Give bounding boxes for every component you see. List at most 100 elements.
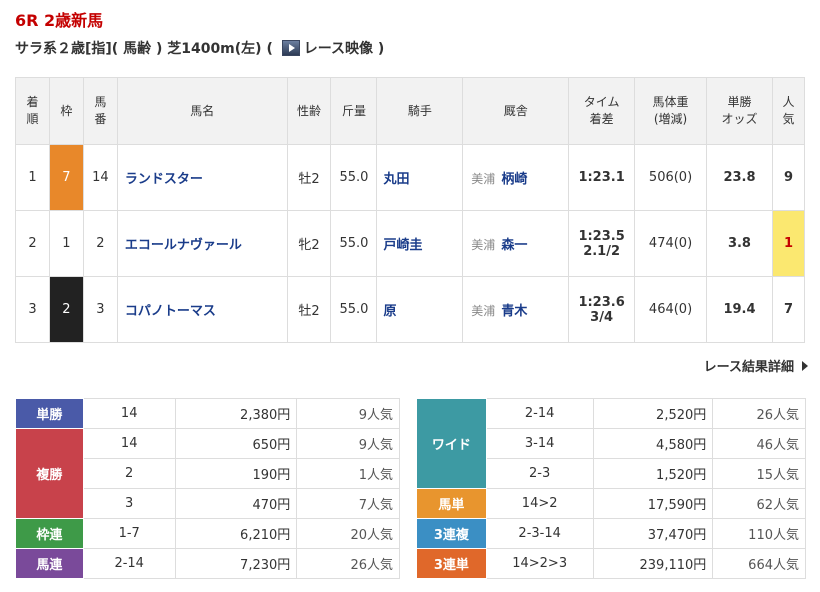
payout-combo: 2-14 [82,548,176,579]
weight-cell: 55.0 [330,144,378,211]
odds-cell: 23.8 [706,144,773,211]
payout-amount: 37,470円 [592,518,714,549]
header-umaban[interactable]: 馬番 [82,77,118,145]
horse-name-link[interactable]: エコールナヴァール [116,210,288,277]
payout-amount: 2,380円 [174,398,298,429]
sanrentan-label: 3連単 [416,548,487,579]
race-conditions-close: ) [377,41,385,57]
time-cell: 1:23.5 2.1/2 [568,210,636,277]
trainer-region: 美浦 [471,304,496,318]
header-time[interactable]: タイム 着差 [568,77,636,145]
weight-cell: 55.0 [330,276,378,343]
payout-popularity: 26人気 [296,548,400,579]
rank-cell: 1 [15,144,50,211]
jockey-link[interactable]: 原 [376,276,464,343]
fukusho-label: 複勝 [15,428,84,519]
race-conditions: サラ系２歳[指]( 馬齢 ) 芝1400m(左) ( レース映像 ) [15,38,384,58]
payout-popularity: 20人気 [296,518,400,549]
sanrenpuku-label: 3連複 [416,518,487,549]
jockey-link[interactable]: 戸崎圭 [376,210,464,277]
payout-popularity: 46人気 [712,428,806,459]
payout-combo: 3 [82,488,176,519]
time-cell: 1:23.6 3/4 [568,276,636,343]
payout-popularity: 9人気 [296,398,400,429]
umaban-cell: 14 [82,144,118,211]
chevron-right-icon [802,361,808,371]
popularity-cell: 9 [771,144,806,211]
header-rank[interactable]: 着順 [15,77,50,145]
header-waku[interactable]: 枠 [48,77,84,145]
payout-combo: 1-7 [82,518,176,549]
payout-amount: 239,110円 [592,548,714,579]
umatan-label: 馬単 [416,488,487,519]
payout-amount: 470円 [174,488,298,519]
payout-popularity: 9人気 [296,428,400,459]
trainer-region: 美浦 [471,172,496,186]
payout-row-sanrentan: 3連単 14>2>3 239,110円 664人気 [416,548,806,579]
trainer-link[interactable]: 森一 [501,238,527,253]
sexage-cell: 牡2 [286,144,332,211]
odds-cell: 19.4 [706,276,773,343]
result-header-row: 着順 枠 馬番 馬名 性齢 斤量 騎手 厩舎 タイム 着差 馬体重 (増減) 単勝オ… [15,77,806,145]
rank-cell: 3 [15,276,50,343]
race-result-table: 着順 枠 馬番 馬名 性齢 斤量 騎手 厩舎 タイム 着差 馬体重 (増減) 単勝オ… [15,77,806,343]
payout-popularity: 15人気 [712,458,806,489]
payout-table-right: ワイド 2-14 2,520円 26人気 3-14 4,580円 46人気 2-… [416,398,806,579]
race-title: 6R 2歳新馬 [15,11,104,30]
waku-cell: 7 [48,144,84,211]
payout-combo: 3-14 [485,428,594,459]
body-weight-cell: 474(0) [634,210,708,277]
jockey-link[interactable]: 丸田 [376,144,464,211]
payout-combo: 2-3 [485,458,594,489]
header-body[interactable]: 馬体重 (増減) [634,77,708,145]
header-horse[interactable]: 馬名 [116,77,288,145]
umaren-label: 馬連 [15,548,84,579]
race-detail-link[interactable]: レース結果詳細 [704,356,808,375]
umaban-cell: 2 [82,210,118,277]
rank-cell: 2 [15,210,50,277]
table-row: 3 2 3 コパノトーマス 牡2 55.0 原 美浦 青木 1:23.6 3/4 4… [15,276,806,343]
payout-combo: 2 [82,458,176,489]
header-pop[interactable]: 人気 [771,77,806,145]
time-cell: 1:23.1 [568,144,636,211]
trainer-cell: 美浦 青木 [462,276,570,343]
payout-amount: 650円 [174,428,298,459]
horse-name-link[interactable]: コパノトーマス [116,276,288,343]
body-weight-cell: 464(0) [634,276,708,343]
header-sexage[interactable]: 性齢 [286,77,332,145]
weight-cell: 55.0 [330,210,378,277]
header-trainer[interactable]: 厩舎 [462,77,570,145]
trainer-link[interactable]: 青木 [501,304,527,319]
wide-label: ワイド [416,398,487,489]
odds-cell: 3.8 [706,210,773,277]
body-weight-cell: 506(0) [634,144,708,211]
header-jockey[interactable]: 騎手 [376,77,464,145]
payout-combo: 14 [82,428,176,459]
payout-amount: 4,580円 [592,428,714,459]
payout-popularity: 62人気 [712,488,806,519]
payout-row-sanrenpuku: 3連複 2-3-14 37,470円 110人気 [416,518,806,549]
trainer-cell: 美浦 森一 [462,210,570,277]
trainer-link[interactable]: 柄崎 [501,172,527,187]
horse-name-link[interactable]: ランドスター [116,144,288,211]
payout-popularity: 26人気 [712,398,806,429]
payout-row-umaren: 馬連 2-14 7,230円 26人気 [15,548,400,579]
table-row: 2 1 2 エコールナヴァール 牝2 55.0 戸崎圭 美浦 森一 1:23.5 2… [15,210,806,277]
waku-cell: 1 [48,210,84,277]
payout-popularity: 1人気 [296,458,400,489]
umaban-cell: 3 [82,276,118,343]
payout-combo: 14 [82,398,176,429]
tansho-label: 単勝 [15,398,84,429]
payout-combo: 14>2 [485,488,594,519]
payout-popularity: 664人気 [712,548,806,579]
payout-row-fukusho: 複勝 14 650円 9人気 [15,428,400,519]
payout-combo: 2-14 [485,398,594,429]
payout-combo: 14>2>3 [485,548,594,579]
header-weight[interactable]: 斤量 [330,77,378,145]
table-row: 1 7 14 ランドスター 牡2 55.0 丸田 美浦 柄崎 1:23.1 506… [15,144,806,211]
header-odds[interactable]: 単勝 オッズ [706,77,773,145]
trainer-region: 美浦 [471,238,496,252]
race-video-link[interactable]: レース映像 [304,41,373,57]
payout-row-wakuren: 枠連 1-7 6,210円 20人気 [15,518,400,549]
video-play-icon[interactable] [281,40,300,56]
